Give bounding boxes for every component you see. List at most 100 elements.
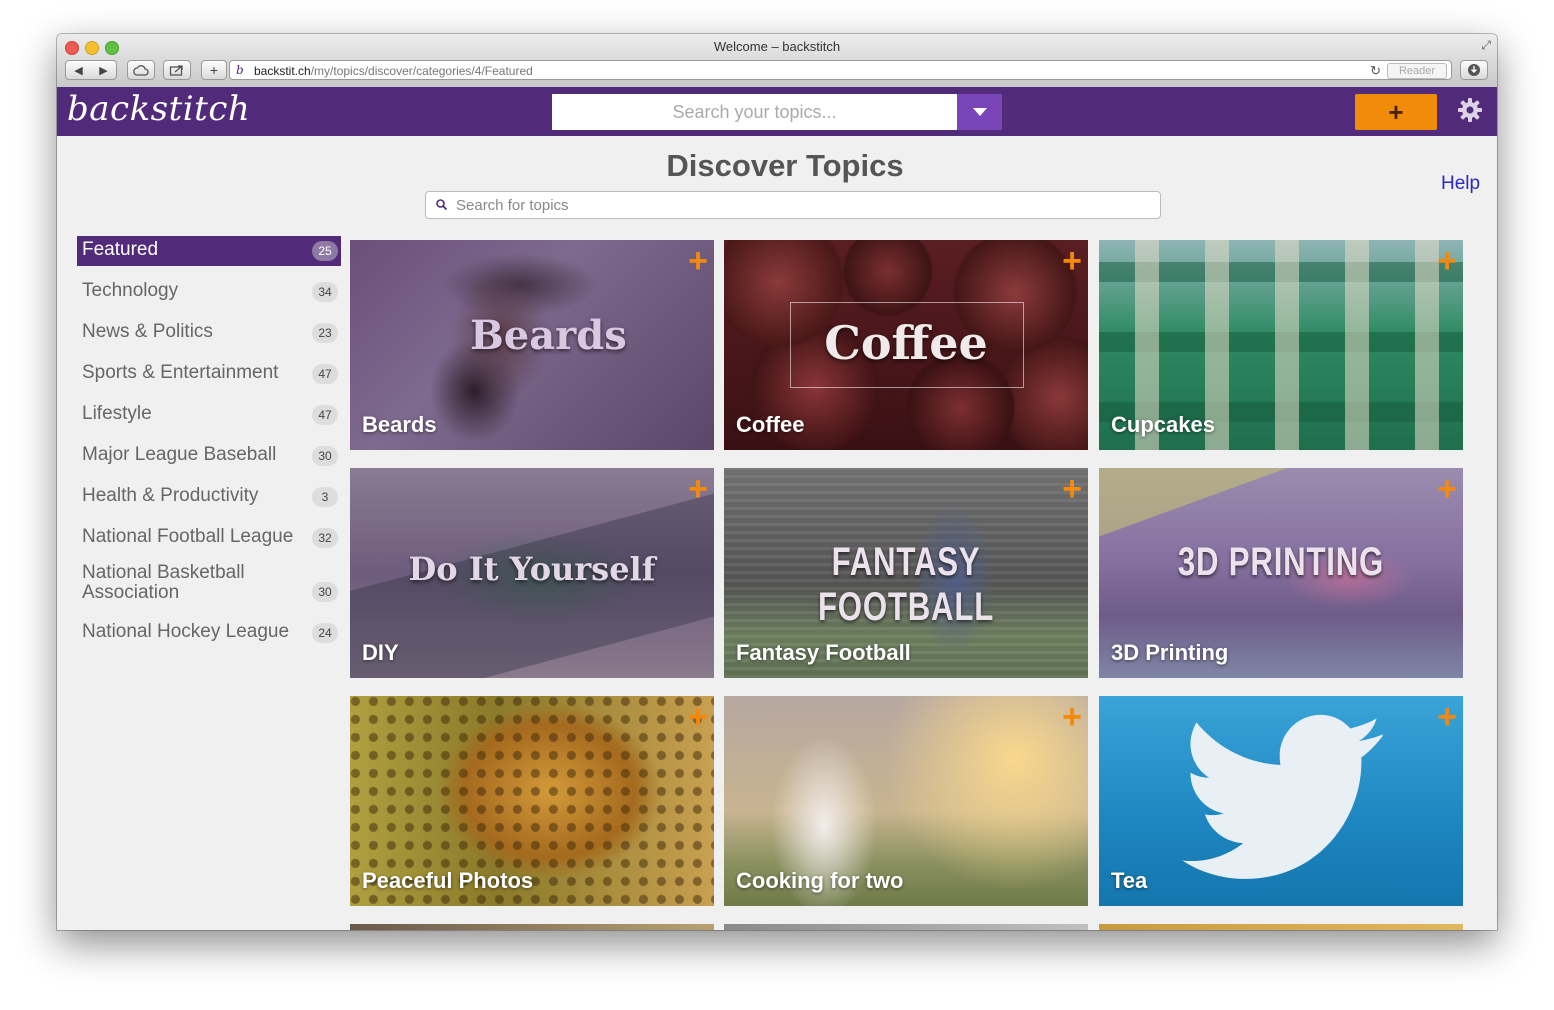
category-label: National Hockey League bbox=[82, 621, 290, 642]
category-count-badge: 30 bbox=[312, 446, 338, 466]
topic-overlay-title: 3D PRINTING bbox=[1177, 540, 1385, 584]
topic-overlay-title: Do It Yourself bbox=[408, 550, 656, 588]
category-label: National Football League bbox=[82, 526, 294, 547]
topic-tile-coffee[interactable]: Coffee + Coffee bbox=[724, 240, 1088, 450]
category-count-badge: 47 bbox=[312, 405, 338, 425]
download-icon bbox=[1468, 64, 1480, 76]
search-icon bbox=[436, 199, 447, 210]
category-count-badge: 34 bbox=[312, 282, 338, 302]
category-technology[interactable]: Technology 34 bbox=[77, 277, 341, 307]
category-featured[interactable]: Featured 25 bbox=[77, 236, 341, 266]
category-count-badge: 25 bbox=[312, 241, 338, 261]
browser-toolbar: Welcome – backstitch ⤢ ◀ ▶ + b backstit.… bbox=[57, 34, 1497, 88]
add-topic-plus-icon[interactable]: + bbox=[1062, 700, 1082, 734]
topic-caption: Cupcakes bbox=[1111, 412, 1215, 437]
add-topic-plus-icon[interactable]: + bbox=[1437, 244, 1457, 278]
category-count-badge: 30 bbox=[312, 582, 338, 602]
category-count-badge: 23 bbox=[312, 323, 338, 343]
category-mlb[interactable]: Major League Baseball 30 bbox=[77, 441, 341, 471]
add-topic-plus-icon[interactable]: + bbox=[688, 472, 708, 506]
topic-tile-partial[interactable] bbox=[724, 924, 1088, 930]
add-topic-plus-icon[interactable]: + bbox=[688, 244, 708, 278]
topic-search-input[interactable] bbox=[454, 196, 1148, 215]
topic-tile-partial[interactable] bbox=[1099, 924, 1463, 930]
fullscreen-icon[interactable]: ⤢ bbox=[1481, 38, 1491, 53]
category-nba[interactable]: National Basketball Association 30 bbox=[77, 562, 341, 607]
category-label: Major League Baseball bbox=[82, 444, 277, 465]
topic-tile-diy[interactable]: Do It Yourself + DIY bbox=[350, 468, 714, 678]
topic-overlay-title: Coffee bbox=[824, 316, 988, 370]
topic-overlay-title: Beards bbox=[470, 312, 627, 359]
topic-tile-peaceful-photos[interactable]: + Peaceful Photos bbox=[350, 696, 714, 906]
category-news-politics[interactable]: News & Politics 23 bbox=[77, 318, 341, 348]
chevron-down-icon bbox=[972, 108, 987, 116]
topic-caption: Peaceful Photos bbox=[362, 868, 534, 893]
topic-tile-beards[interactable]: Beards + Beards bbox=[350, 240, 714, 450]
backstitch-logo[interactable]: backstitch bbox=[67, 89, 250, 129]
address-bar[interactable]: b backstit.ch/my/topics/discover/categor… bbox=[229, 60, 1452, 80]
url-text: backstit.ch/my/topics/discover/categorie… bbox=[254, 64, 533, 78]
category-label: Lifestyle bbox=[82, 403, 152, 424]
gear-icon[interactable] bbox=[1457, 97, 1483, 123]
category-count-badge: 3 bbox=[312, 487, 338, 507]
page-title: Discover Topics bbox=[666, 148, 904, 183]
window-title: Welcome – backstitch bbox=[713, 39, 841, 54]
add-topic-plus-icon[interactable]: + bbox=[1437, 472, 1457, 506]
category-label: Sports & Entertainment bbox=[82, 362, 279, 383]
back-forward-buttons: ◀ ▶ bbox=[65, 60, 117, 80]
topic-tile-partial[interactable] bbox=[350, 924, 714, 930]
category-health-productivity[interactable]: Health & Productivity 3 bbox=[77, 482, 341, 512]
topic-caption: Tea bbox=[1111, 868, 1148, 893]
icloud-tabs-button[interactable] bbox=[127, 60, 155, 80]
topic-caption: Fantasy Football bbox=[736, 640, 911, 665]
url-path: /my/topics/discover/categories/4/Feature… bbox=[310, 64, 533, 78]
topic-search-box[interactable] bbox=[425, 191, 1161, 219]
share-button[interactable] bbox=[163, 60, 191, 80]
add-topic-button[interactable]: + bbox=[1355, 94, 1437, 130]
url-host: backstit.ch bbox=[254, 64, 311, 78]
category-count-badge: 47 bbox=[312, 364, 338, 384]
downloads-button[interactable] bbox=[1460, 60, 1488, 80]
category-label: News & Politics bbox=[82, 321, 213, 342]
topic-caption: DIY bbox=[362, 640, 399, 665]
topic-caption: Coffee bbox=[736, 412, 805, 437]
category-nfl[interactable]: National Football League 32 bbox=[77, 523, 341, 553]
category-label: Health & Productivity bbox=[82, 485, 259, 506]
reload-icon[interactable]: ↻ bbox=[1370, 63, 1381, 79]
category-nhl[interactable]: National Hockey League 24 bbox=[77, 618, 341, 648]
topic-tile-tea[interactable]: + Tea bbox=[1099, 696, 1463, 906]
search-dropdown-button[interactable] bbox=[957, 94, 1002, 130]
topic-caption: 3D Printing bbox=[1111, 640, 1229, 665]
topic-tile-fantasy-football[interactable]: FANTASY FOOTBALL + Fantasy Football bbox=[724, 468, 1088, 678]
browser-window: Welcome – backstitch ⤢ ◀ ▶ + b backstit.… bbox=[57, 34, 1497, 930]
back-button[interactable]: ◀ bbox=[66, 64, 91, 77]
app-header: backstitch + bbox=[57, 87, 1497, 136]
category-sidebar: Featured 25 Technology 34 News & Politic… bbox=[77, 236, 341, 659]
add-topic-plus-icon[interactable]: + bbox=[1437, 700, 1457, 734]
share-icon bbox=[169, 65, 183, 76]
search-topics-input[interactable] bbox=[552, 94, 957, 130]
add-topic-plus-icon[interactable]: + bbox=[688, 700, 708, 734]
category-label: National Basketball Association bbox=[82, 562, 245, 603]
topic-tile-3d-printing[interactable]: 3D PRINTING + 3D Printing bbox=[1099, 468, 1463, 678]
site-favicon-icon: b bbox=[236, 63, 244, 77]
category-label: Technology bbox=[82, 280, 179, 301]
help-link[interactable]: Help bbox=[1441, 173, 1480, 195]
reader-button[interactable]: Reader bbox=[1387, 63, 1447, 79]
bird-icon bbox=[1182, 714, 1383, 879]
topic-caption: Cooking for two bbox=[736, 868, 904, 893]
category-sports-entertainment[interactable]: Sports & Entertainment 47 bbox=[77, 359, 341, 389]
category-label: Featured bbox=[82, 239, 159, 260]
topic-overlay-title: FANTASY FOOTBALL bbox=[817, 540, 995, 629]
add-topic-plus-icon[interactable]: + bbox=[1062, 472, 1082, 506]
cloud-icon bbox=[133, 64, 149, 76]
category-lifestyle[interactable]: Lifestyle 47 bbox=[77, 400, 341, 430]
topic-tile-cooking-for-two[interactable]: + Cooking for two bbox=[724, 696, 1088, 906]
topic-tile-cupcakes[interactable]: + Cupcakes bbox=[1099, 240, 1463, 450]
topic-caption: Beards bbox=[362, 412, 437, 437]
category-count-badge: 32 bbox=[312, 528, 338, 548]
forward-button[interactable]: ▶ bbox=[91, 64, 116, 77]
new-tab-button[interactable]: + bbox=[201, 60, 227, 80]
add-topic-plus-icon[interactable]: + bbox=[1062, 244, 1082, 278]
category-count-badge: 24 bbox=[312, 623, 338, 643]
